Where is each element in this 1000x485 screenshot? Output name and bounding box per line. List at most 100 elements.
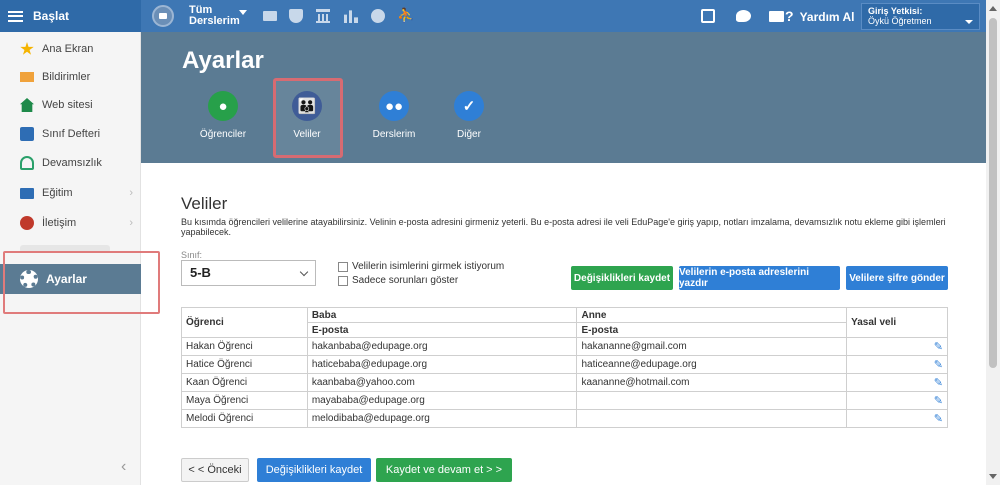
pencil-icon[interactable]: ✎ bbox=[934, 359, 943, 371]
pencil-icon[interactable]: ✎ bbox=[934, 377, 943, 389]
column-subheader-mother-email: E-posta bbox=[576, 322, 848, 338]
father-email-cell[interactable]: melodibaba@edupage.org bbox=[306, 409, 578, 428]
sidebar-item-settings[interactable]: Ayarlar bbox=[0, 264, 141, 294]
scroll-down-icon[interactable] bbox=[989, 474, 997, 479]
messages-icon[interactable] bbox=[769, 11, 784, 22]
sidebar-item-communication[interactable]: İletişim › bbox=[0, 210, 141, 236]
column-header-guardian: Yasal veli bbox=[846, 307, 948, 338]
class-label: Sınıf: bbox=[181, 250, 203, 260]
column-header-mother: Anne bbox=[576, 307, 848, 323]
parents-table: Öğrenci Baba Anne Yasal veli E-posta E-p… bbox=[181, 307, 948, 428]
shield-icon[interactable] bbox=[289, 9, 303, 23]
save-changes-bottom-button[interactable]: Değişiklikleri kaydet bbox=[257, 458, 371, 482]
sidebar-item-label: Ana Ekran bbox=[42, 43, 94, 55]
guardian-cell: ✎ bbox=[846, 355, 948, 374]
chevron-down-icon bbox=[299, 267, 309, 277]
table-row: Hatice Öğrenci haticebaba@edupage.org ha… bbox=[181, 355, 948, 374]
student-name-cell: Kaan Öğrenci bbox=[181, 373, 308, 392]
mother-email-cell[interactable]: haticeanne@edupage.org bbox=[576, 355, 848, 374]
father-email-cell[interactable]: kaanbaba@yahoo.com bbox=[306, 373, 578, 392]
sidebar-item-label: Devamsızlık bbox=[42, 157, 102, 169]
sidebar-item-home[interactable]: Ana Ekran bbox=[0, 36, 141, 62]
chat-bubble-icon[interactable] bbox=[736, 10, 751, 22]
user-icon bbox=[20, 156, 34, 170]
tab-other[interactable]: ✓ Diğer bbox=[434, 91, 504, 140]
student-name-cell: Melodi Öğrenci bbox=[181, 409, 308, 428]
pencil-icon[interactable]: ✎ bbox=[934, 395, 943, 407]
sidebar-item-education[interactable]: Eğitim › bbox=[0, 180, 141, 206]
sidebar: Ana Ekran Bildirimler Web sitesi Sınıf D… bbox=[0, 32, 141, 485]
column-subheader-father-email: E-posta bbox=[306, 322, 578, 338]
sidebar-item-class-book[interactable]: Sınıf Defteri bbox=[0, 121, 141, 147]
checkbox-label: Velilerin isimlerini girmek istiyorum bbox=[352, 261, 505, 272]
scroll-up-icon[interactable] bbox=[989, 6, 997, 11]
print-emails-button[interactable]: Velilerin e-posta adreslerini yazdır bbox=[679, 266, 840, 290]
top-bar: Başlat Tüm Derslerim ⛹ ? Yardım Al Giriş … bbox=[0, 0, 986, 32]
scroll-thumb[interactable] bbox=[989, 18, 997, 368]
show-problems-checkbox[interactable]: Sadece sorunları göster bbox=[338, 275, 458, 286]
statistics-icon[interactable] bbox=[344, 10, 358, 23]
sidebar-item-label: Eğitim bbox=[42, 187, 73, 199]
help-button[interactable]: ? Yardım Al bbox=[785, 8, 854, 24]
globe-icon[interactable] bbox=[371, 9, 385, 23]
start-label: Başlat bbox=[33, 9, 70, 23]
collapse-sidebar-icon[interactable]: ‹ bbox=[121, 458, 126, 476]
table-row: Maya Öğrenci mayababa@edupage.org ✎ bbox=[181, 391, 948, 410]
enter-names-checkbox[interactable]: Velilerin isimlerini girmek istiyorum bbox=[338, 261, 504, 272]
envelope-icon bbox=[20, 72, 34, 82]
start-menu-button[interactable]: Başlat bbox=[0, 0, 141, 32]
pencil-icon[interactable]: ✎ bbox=[934, 341, 943, 353]
sidebar-item-label: İletişim bbox=[42, 217, 77, 229]
father-email-cell[interactable]: mayababa@edupage.org bbox=[306, 391, 578, 410]
sidebar-item-label: Sınıf Defteri bbox=[42, 128, 101, 140]
tab-label: Veliler bbox=[293, 129, 321, 140]
send-password-button[interactable]: Velilere şifre gönder bbox=[846, 266, 948, 290]
parents-icon: 👪 bbox=[292, 91, 322, 121]
mother-email-cell[interactable]: hakananne@gmail.com bbox=[576, 337, 848, 356]
sidebar-item-label: Web sitesi bbox=[42, 99, 93, 111]
save-and-continue-button[interactable]: Kaydet ve devam et > > bbox=[376, 458, 512, 482]
course-selector[interactable]: Tüm Derslerim bbox=[189, 5, 247, 27]
page-scrollbar[interactable] bbox=[986, 0, 1000, 485]
institution-icon[interactable] bbox=[316, 9, 330, 23]
timetable-icon[interactable] bbox=[263, 11, 277, 21]
class-select[interactable]: 5-B bbox=[181, 260, 316, 286]
pencil-icon[interactable]: ✎ bbox=[934, 413, 943, 425]
guardian-cell: ✎ bbox=[846, 391, 948, 410]
tab-students[interactable]: ● Öğrenciler bbox=[188, 91, 258, 140]
sidebar-item-attendance[interactable]: Devamsızlık bbox=[0, 150, 141, 176]
checkbox-box[interactable] bbox=[338, 261, 348, 272]
section-title: Veliler bbox=[181, 194, 228, 213]
guardian-cell: ✎ bbox=[846, 373, 948, 392]
book-icon bbox=[20, 127, 34, 141]
course-selector-line2: Derslerim bbox=[189, 15, 240, 27]
tab-label: Öğrenciler bbox=[199, 129, 247, 140]
checkbox-label: Sadece sorunları göster bbox=[352, 275, 459, 286]
section-description: Bu kısımda öğrencileri velilerine atayab… bbox=[181, 217, 946, 237]
mother-email-cell[interactable] bbox=[576, 409, 848, 428]
tab-label: Derslerim bbox=[372, 129, 416, 140]
sidebar-item-notifications[interactable]: Bildirimler bbox=[0, 64, 141, 90]
save-changes-button[interactable]: Değişiklikleri kaydet bbox=[571, 266, 673, 290]
tab-label: Diğer bbox=[457, 129, 481, 140]
sidebar-item-website[interactable]: Web sitesi bbox=[0, 92, 141, 118]
tab-parents[interactable]: 👪 Veliler bbox=[272, 91, 342, 140]
class-select-value: 5-B bbox=[190, 265, 211, 280]
table-row: Kaan Öğrenci kaanbaba@yahoo.com kaananne… bbox=[181, 373, 948, 392]
previous-button[interactable]: < < Önceki bbox=[181, 458, 249, 482]
screen-icon[interactable] bbox=[701, 9, 715, 23]
question-icon: ? bbox=[785, 8, 794, 24]
student-icon: ● bbox=[208, 91, 238, 121]
group-icon: ●● bbox=[379, 91, 409, 121]
people-icon[interactable]: ⛹ bbox=[397, 7, 414, 23]
tab-my-courses[interactable]: ●● Derslerim bbox=[359, 91, 429, 140]
help-label: Yardım Al bbox=[799, 10, 855, 24]
education-icon bbox=[20, 187, 34, 199]
school-logo-icon[interactable] bbox=[152, 5, 174, 27]
mother-email-cell[interactable] bbox=[576, 391, 848, 410]
father-email-cell[interactable]: hakanbaba@edupage.org bbox=[306, 337, 578, 356]
mother-email-cell[interactable]: kaananne@hotmail.com bbox=[576, 373, 848, 392]
father-email-cell[interactable]: haticebaba@edupage.org bbox=[306, 355, 578, 374]
user-selector[interactable]: Giriş Yetkisi: Öykü Öğretmen bbox=[861, 3, 980, 30]
checkbox-box[interactable] bbox=[338, 275, 348, 286]
